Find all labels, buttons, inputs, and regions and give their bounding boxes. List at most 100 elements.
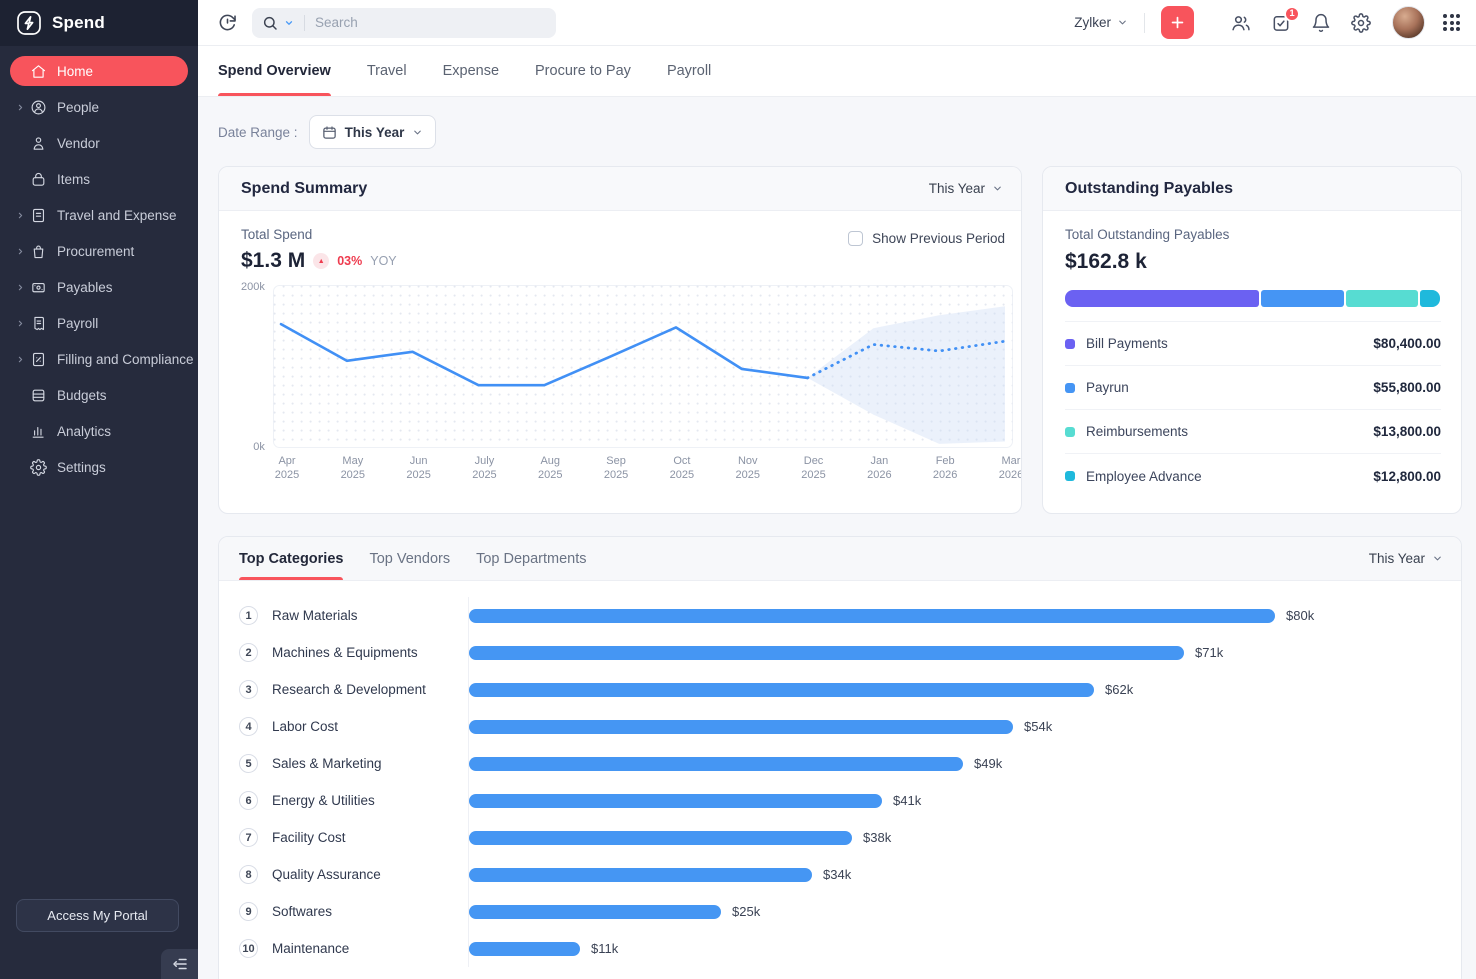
sidebar-item-vendor[interactable]: Vendor (10, 128, 188, 158)
x-axis-tick: Apr 2025 (274, 455, 300, 482)
sidebar-item-home[interactable]: Home (10, 56, 188, 86)
y-axis-tick-max: 200k (241, 281, 265, 293)
category-value: $38k (863, 830, 892, 845)
tab-top-vendors[interactable]: Top Vendors (369, 537, 450, 580)
sidebar-item-settings[interactable]: Settings (10, 452, 188, 482)
budgets-icon (28, 387, 48, 404)
x-axis-tick: Feb 2026 (932, 455, 958, 482)
category-value: $34k (823, 867, 852, 882)
category-bar[interactable] (469, 719, 1013, 734)
category-bar[interactable] (469, 756, 963, 771)
collapse-icon (172, 958, 187, 970)
sidebar-item-people[interactable]: People (10, 92, 188, 122)
sidebar: Spend Home People Vendor Items Travel and Ex… (0, 0, 198, 979)
y-axis-tick-min: 0k (253, 441, 265, 453)
show-previous-period-toggle[interactable]: Show Previous Period (848, 231, 1005, 246)
category-label: Sales & Marketing (272, 756, 382, 771)
category-bar-zone: $11k (468, 930, 1437, 967)
sidebar-item-procurement[interactable]: Procurement (10, 236, 188, 266)
top-list-period-dropdown[interactable]: This Year (1369, 551, 1443, 566)
category-bar[interactable] (469, 793, 882, 808)
sidebar-item-items[interactable]: Items (10, 164, 188, 194)
yoy-change: 03% (337, 254, 363, 268)
category-bar[interactable] (469, 904, 721, 919)
category-label: Energy & Utilities (272, 793, 375, 808)
date-range-dropdown[interactable]: This Year (308, 115, 437, 149)
category-label: Quality Assurance (272, 867, 381, 882)
gear-icon[interactable] (1350, 12, 1372, 34)
tab-spend-overview[interactable]: Spend Overview (218, 46, 331, 96)
chevron-down-icon (992, 183, 1003, 194)
date-range-value: This Year (344, 124, 405, 140)
category-label: Raw Materials (272, 608, 358, 623)
category-bar[interactable] (469, 867, 812, 882)
collapse-sidebar-button[interactable] (161, 949, 198, 979)
outstanding-total-value: $162.8 k (1065, 250, 1147, 273)
rank-badge: 8 (239, 865, 258, 884)
category-label: Facility Cost (272, 830, 346, 845)
payroll-icon (28, 315, 48, 332)
tab-procure-to-pay[interactable]: Procure to Pay (535, 46, 631, 96)
apps-grid-icon[interactable] (1443, 14, 1460, 31)
payables-icon (28, 279, 48, 296)
search-scope-chevron-icon[interactable] (284, 18, 294, 28)
sidebar-item-filling-and-compliance[interactable]: Filling and Compliance (10, 344, 194, 374)
payables-segment-reimbursements[interactable] (1346, 290, 1418, 307)
outstanding-payables-header: Outstanding Payables (1043, 167, 1461, 211)
chevron-right-icon (12, 319, 28, 328)
sidebar-item-payroll[interactable]: Payroll (10, 308, 188, 338)
quick-create-button[interactable] (1161, 6, 1194, 39)
category-value: $62k (1105, 682, 1134, 697)
x-axis-tick: Mar 2026 (998, 455, 1022, 482)
access-my-portal-button[interactable]: Access My Portal (16, 899, 179, 932)
home-icon (28, 63, 48, 80)
sidebar-item-label: Payroll (57, 315, 99, 331)
spend-summary-period-dropdown[interactable]: This Year (929, 181, 1003, 196)
people-icon (28, 99, 48, 116)
sidebar-item-analytics[interactable]: Analytics (10, 416, 188, 446)
tab-travel[interactable]: Travel (367, 46, 407, 96)
show-previous-period-checkbox[interactable] (848, 231, 864, 246)
payables-segment-payrun[interactable] (1260, 290, 1345, 307)
x-axis-tick: Aug 2025 (538, 455, 563, 482)
refresh-icon[interactable] (216, 12, 238, 34)
tasks-icon[interactable]: 1 (1270, 5, 1300, 34)
app-logo[interactable]: Spend (0, 0, 198, 46)
bell-icon[interactable] (1310, 12, 1332, 34)
tab-payroll[interactable]: Payroll (667, 46, 711, 96)
tab-top-categories[interactable]: Top Categories (239, 537, 344, 580)
chevron-right-icon (12, 211, 28, 220)
sidebar-item-label: Budgets (57, 387, 107, 403)
outstanding-total-label: Total Outstanding Payables (1065, 227, 1230, 242)
category-label: Research & Development (272, 682, 426, 697)
sidebar-item-payables[interactable]: Payables (10, 272, 188, 302)
app-title: Spend (52, 13, 105, 32)
category-label: Labor Cost (272, 719, 339, 734)
payables-segment-bill-payments[interactable] (1065, 290, 1259, 307)
sidebar-item-label: Procurement (57, 243, 135, 259)
category-value: $71k (1195, 645, 1224, 660)
trend-up-icon: ▲ (313, 253, 330, 269)
payables-segment-employee-advance[interactable] (1419, 290, 1441, 307)
search-icon (262, 15, 278, 31)
tab-top-departments[interactable]: Top Departments (476, 537, 586, 580)
category-bar[interactable] (469, 682, 1094, 697)
search-input[interactable]: Search (252, 7, 556, 38)
category-bar[interactable] (469, 608, 1275, 623)
category-row-softwares: 9 Softwares $25k (239, 893, 1437, 930)
calendar-icon (322, 125, 337, 140)
payables-row-payrun: Payrun $55,800.00 (1065, 366, 1441, 410)
rank-badge: 3 (239, 680, 258, 699)
topbar: Search Zylker 1 (198, 0, 1476, 46)
rank-badge: 5 (239, 754, 258, 773)
tab-expense[interactable]: Expense (443, 46, 499, 96)
category-bar[interactable] (469, 645, 1184, 660)
sidebar-item-travel-and-expense[interactable]: Travel and Expense (10, 200, 188, 230)
org-switcher[interactable]: Zylker (1074, 15, 1128, 30)
spend-line-chart-svg (272, 285, 1013, 448)
category-bar[interactable] (469, 830, 852, 845)
sidebar-item-budgets[interactable]: Budgets (10, 380, 188, 410)
category-bar[interactable] (469, 941, 580, 956)
users-icon[interactable] (1230, 12, 1252, 34)
user-avatar[interactable] (1392, 6, 1425, 39)
